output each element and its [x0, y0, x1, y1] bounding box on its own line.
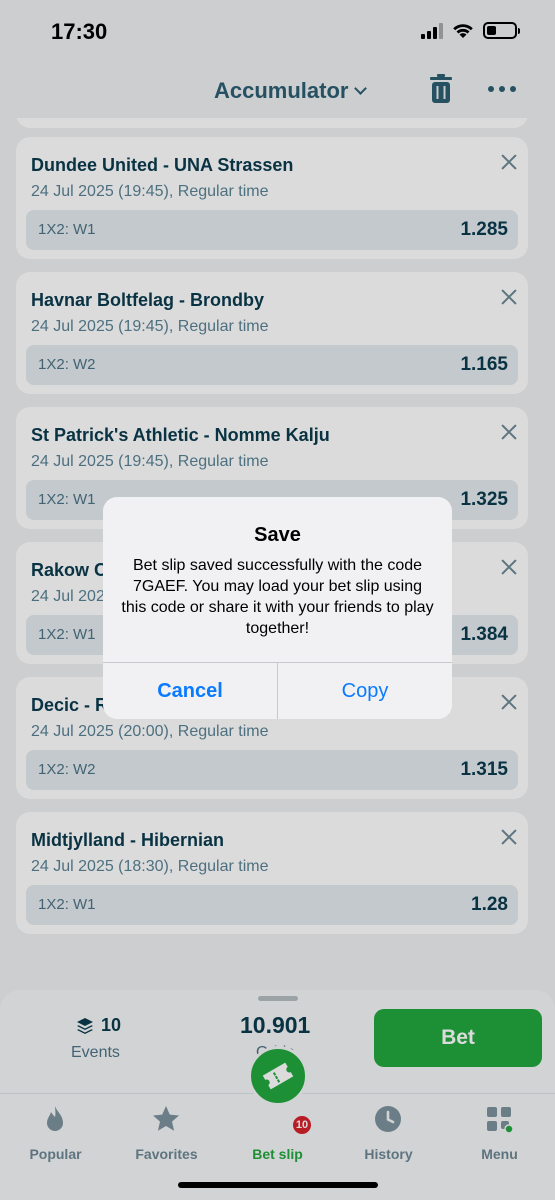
alert-message: Bet slip saved successfully with the cod…	[121, 557, 434, 637]
cancel-button[interactable]: Cancel	[103, 663, 277, 719]
save-alert-dialog: Save Bet slip saved successfully with th…	[103, 497, 452, 719]
copy-button[interactable]: Copy	[278, 663, 452, 719]
alert-title: Save	[254, 524, 301, 546]
